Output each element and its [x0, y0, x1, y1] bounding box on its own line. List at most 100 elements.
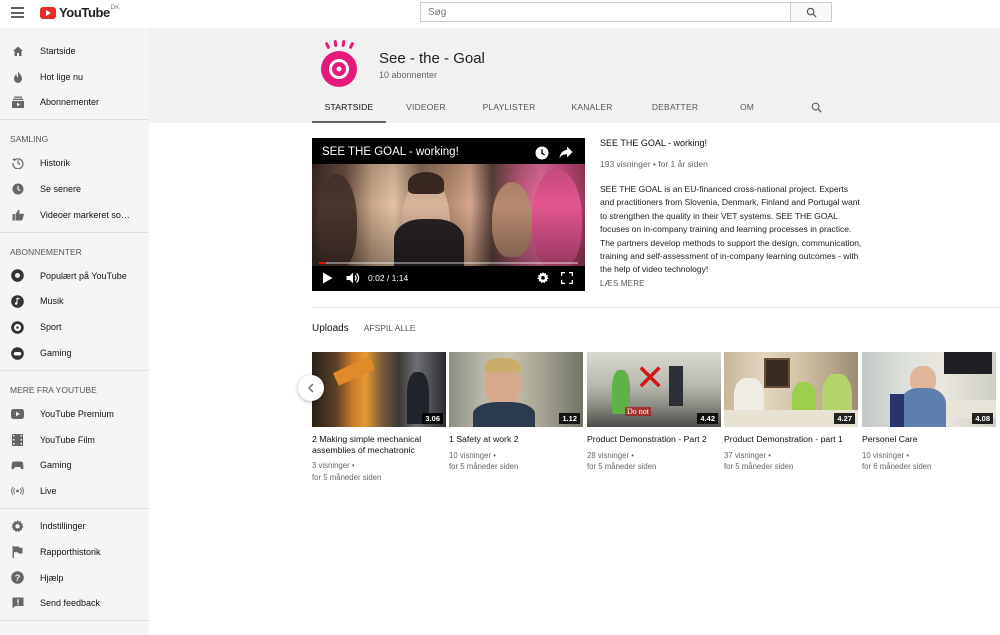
settings-gear-icon[interactable]: [537, 272, 549, 284]
watch-later-icon[interactable]: [535, 146, 549, 160]
home-icon: [11, 44, 24, 57]
sidebar-item-sport[interactable]: Sport: [0, 314, 149, 340]
gamepad-icon: [11, 459, 24, 472]
video-duration: 4.42: [697, 413, 718, 424]
player-top-controls: [535, 146, 573, 160]
tab-discussion[interactable]: DEBATTER: [632, 96, 718, 123]
divider: [312, 307, 1000, 308]
video-card[interactable]: ✕ Do not 4.42 Product Demonstration - Pa…: [587, 352, 721, 473]
video-thumbnail[interactable]: 1.12: [449, 352, 583, 427]
video-thumbnail[interactable]: ✕ Do not 4.42: [587, 352, 721, 427]
gaming-icon: [11, 346, 24, 360]
sidebar-item-help[interactable]: ? Hjælp: [0, 565, 149, 591]
divider: [0, 369, 149, 371]
video-views: 28 visninger •: [587, 450, 634, 460]
sidebar-item-label: Populært på YouTube: [40, 270, 127, 281]
video-title[interactable]: Personel Care: [862, 434, 996, 445]
video-player[interactable]: SEE THE GOAL - working! 0:02 / 1:14: [312, 138, 585, 291]
search-input[interactable]: [420, 2, 790, 22]
x-mark-icon: ✕: [635, 358, 666, 398]
carousel-prev-button[interactable]: [298, 375, 324, 401]
live-icon: [11, 485, 24, 498]
subscriptions-icon: [11, 96, 24, 109]
fullscreen-icon[interactable]: [561, 272, 573, 284]
channel-avatar[interactable]: [319, 40, 361, 90]
search-button[interactable]: [790, 2, 832, 22]
sidebar-item-gaming[interactable]: Gaming: [0, 340, 149, 366]
tab-videos[interactable]: VIDEOER: [386, 96, 466, 123]
sidebar-item-label: Se senere: [40, 184, 82, 195]
sidebar-item-label: Send feedback: [40, 598, 101, 609]
sidebar-item-subscriptions[interactable]: Abonnementer: [0, 90, 149, 116]
sidebar-item-label: Abonnementer: [40, 97, 100, 108]
video-views: 10 visninger •: [449, 450, 496, 460]
sidebar: Startside Hot lige nu Abonnementer SAMLI…: [0, 28, 149, 635]
share-icon[interactable]: [559, 146, 573, 159]
video-title[interactable]: Product Demonstration - Part 2: [587, 434, 721, 445]
divider: [0, 508, 149, 510]
sidebar-item-history[interactable]: Historik: [0, 150, 149, 176]
menu-icon[interactable]: [11, 7, 24, 18]
tab-home[interactable]: STARTSIDE: [312, 96, 386, 123]
section-title-library: SAMLING: [10, 134, 49, 145]
sidebar-item-home[interactable]: Startside: [0, 38, 149, 64]
svg-text:?: ?: [15, 573, 21, 583]
sidebar-item-report-history[interactable]: Rapporthistorik: [0, 539, 149, 565]
sidebar-item-label: Live: [40, 486, 57, 497]
video-duration: 4.27: [834, 413, 855, 424]
play-all-button[interactable]: AFSPIL ALLE: [364, 323, 416, 333]
popular-icon: [11, 269, 24, 282]
sidebar-item-popular[interactable]: Populært på YouTube: [0, 263, 149, 289]
sidebar-item-settings[interactable]: Indstillinger: [0, 513, 149, 539]
flag-icon: [11, 545, 24, 558]
youtube-logo[interactable]: YouTube DK: [40, 5, 119, 20]
video-card[interactable]: 3.06 2 Making simple mechanical assembli…: [312, 352, 446, 483]
play-icon[interactable]: [322, 272, 333, 284]
time-display: 0:02 / 1:14: [368, 273, 409, 283]
tab-channels[interactable]: KANALER: [552, 96, 632, 123]
sidebar-item-label: Gaming: [40, 460, 72, 471]
sidebar-item-send-feedback[interactable]: Send feedback: [0, 591, 149, 617]
featured-video-title[interactable]: SEE THE GOAL - working!: [600, 138, 862, 148]
volume-icon[interactable]: [346, 272, 360, 284]
tab-playlists[interactable]: PLAYLISTER: [466, 96, 552, 123]
video-thumbnail[interactable]: 4.08: [862, 352, 996, 427]
video-thumbnail[interactable]: 3.06: [312, 352, 446, 427]
video-title[interactable]: Product Demonstration - part 1: [724, 434, 858, 445]
tab-about[interactable]: OM: [718, 96, 776, 123]
video-age: for 6 måneder siden: [862, 462, 932, 471]
thumbs-up-icon: [11, 208, 24, 221]
sidebar-item-music[interactable]: Musik: [0, 289, 149, 315]
video-card[interactable]: 1.12 1 Safety at work 2 10 visninger • fo…: [449, 352, 583, 473]
sidebar-item-label: Startside: [40, 45, 76, 56]
video-card[interactable]: 4.08 Personel Care 10 visninger • for 6 m…: [862, 352, 996, 473]
logo-country: DK: [110, 4, 120, 11]
featured-video-info: SEE THE GOAL - working! 193 visninger • …: [600, 138, 862, 288]
sidebar-item-watch-later[interactable]: Se senere: [0, 176, 149, 202]
progress-bar[interactable]: [319, 262, 578, 264]
sidebar-item-gaming-more[interactable]: Gaming: [0, 453, 149, 479]
sidebar-item-liked-videos[interactable]: Videoer markeret som "Synes godt om": [0, 202, 149, 228]
video-views: 37 visninger •: [724, 450, 771, 460]
feedback-icon: [11, 597, 24, 610]
divider: [0, 620, 149, 622]
sidebar-item-label: Hot lige nu: [40, 71, 84, 82]
video-thumbnail[interactable]: 4.27: [724, 352, 858, 427]
video-title[interactable]: 1 Safety at work 2: [449, 434, 583, 445]
video-title[interactable]: 2 Making simple mechanical assemblies of…: [312, 434, 446, 455]
sidebar-item-youtube-film[interactable]: YouTube Film: [0, 427, 149, 453]
subscriber-count: 10 abonnenter: [379, 70, 438, 80]
sidebar-item-trending[interactable]: Hot lige nu: [0, 64, 149, 90]
section-title-more: MERE FRA YOUTUBE: [10, 384, 97, 395]
video-frame: [312, 164, 585, 269]
sidebar-item-youtube-premium[interactable]: YouTube Premium: [0, 401, 149, 427]
video-age: for 5 måneder siden: [724, 462, 794, 471]
player-controls: 0:02 / 1:14: [312, 262, 585, 291]
uploads-title[interactable]: Uploads: [312, 323, 349, 334]
channel-search-button[interactable]: [811, 100, 822, 118]
sidebar-item-label: Gaming: [40, 348, 72, 359]
sidebar-item-live[interactable]: Live: [0, 478, 149, 504]
sidebar-item-label: Hjælp: [40, 572, 64, 583]
video-card[interactable]: 4.27 Product Demonstration - part 1 37 v…: [724, 352, 858, 473]
read-more-link[interactable]: LÆS MERE: [600, 279, 862, 288]
